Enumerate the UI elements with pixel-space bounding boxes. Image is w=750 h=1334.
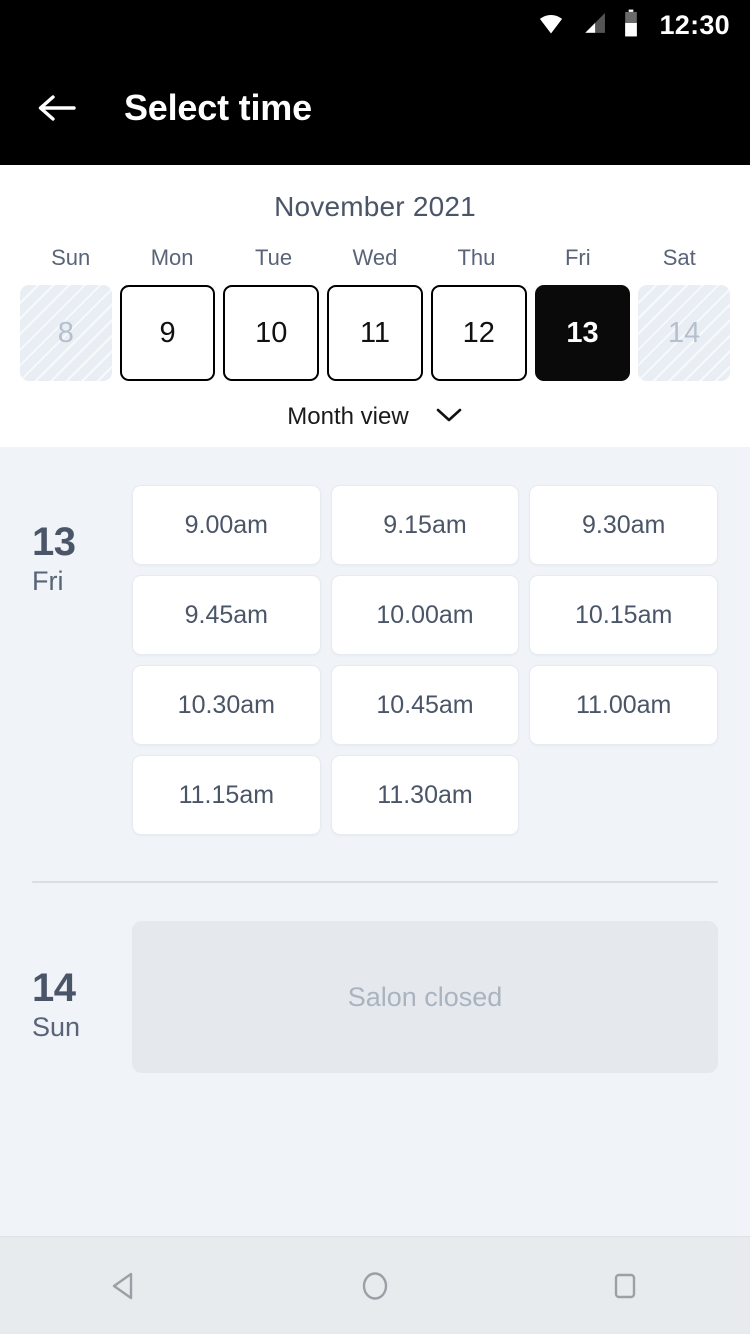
calendar-day-cell[interactable]: 11 xyxy=(327,285,423,381)
calendar-day-cell: 8 xyxy=(20,285,112,381)
arrow-left-icon[interactable] xyxy=(34,88,78,128)
month-view-toggle[interactable]: Month view xyxy=(0,403,750,431)
time-slot-button[interactable]: 11.30am xyxy=(330,755,520,835)
schedule-day-name: Sun xyxy=(32,1012,81,1042)
schedule-day-group-closed: 14 Sun Salon closed xyxy=(0,921,750,1073)
cellular-signal-icon xyxy=(581,10,607,41)
time-slot-button[interactable]: 9.00am xyxy=(132,485,321,565)
wifi-icon xyxy=(537,9,565,42)
weekday-label: Mon xyxy=(150,245,194,270)
schedule-day-label: 14 Sun xyxy=(32,921,132,1073)
schedule-day-name: Fri xyxy=(32,566,64,596)
page-title: Select time xyxy=(124,86,312,128)
time-slot-button[interactable]: 11.00am xyxy=(529,665,718,745)
time-slot-button[interactable]: 10.15am xyxy=(529,575,718,655)
battery-icon xyxy=(623,9,639,42)
time-slot-button[interactable]: 9.30am xyxy=(529,485,718,565)
schedule-day-group: 13 Fri 9.00am 9.15am 9.30am 9.45am 10.00… xyxy=(0,475,750,835)
android-navigation-bar xyxy=(0,1236,750,1334)
section-divider xyxy=(32,881,718,883)
weekday-header-row: Sun Mon Tue Wed Thu Fri Sat xyxy=(0,245,750,271)
time-slot-button[interactable]: 9.45am xyxy=(132,575,321,655)
time-slot-button[interactable]: 11.15am xyxy=(132,755,321,835)
chevron-down-icon[interactable] xyxy=(435,406,463,429)
schedule-day-number: 13 xyxy=(32,520,76,564)
calendar-panel: November 2021 Sun Mon Tue Wed Thu Fri Sa… xyxy=(0,165,750,447)
schedule-scroll-area[interactable]: 13 Fri 9.00am 9.15am 9.30am 9.45am 10.00… xyxy=(0,447,750,1205)
schedule-day-number: 14 xyxy=(32,966,76,1010)
time-slot-button[interactable]: 10.00am xyxy=(330,575,520,655)
recents-square-icon[interactable] xyxy=(565,1251,685,1321)
weekday-label: Sun xyxy=(51,245,91,270)
time-slot-button[interactable]: 9.15am xyxy=(330,485,520,565)
schedule-day-label: 13 Fri xyxy=(32,475,132,835)
calendar-day-cell-selected[interactable]: 13 xyxy=(534,285,631,381)
status-bar: 12:30 xyxy=(0,0,750,50)
weekday-label: Tue xyxy=(255,245,293,270)
weekday-label: Wed xyxy=(352,245,398,270)
time-slot-grid: 9.00am 9.15am 9.30am 9.45am 10.00am 10.1… xyxy=(132,475,718,835)
home-circle-icon[interactable] xyxy=(315,1251,435,1321)
calendar-day-cell[interactable]: 10 xyxy=(223,285,320,381)
status-bar-clock: 12:30 xyxy=(659,9,730,40)
app-bar: Select time xyxy=(0,50,750,165)
calendar-day-cell[interactable]: 12 xyxy=(430,285,527,381)
salon-closed-notice: Salon closed xyxy=(132,921,718,1073)
calendar-day-cell[interactable]: 9 xyxy=(119,285,216,381)
month-view-label: Month view xyxy=(287,403,409,430)
calendar-day-row: 8 9 10 11 12 13 14 xyxy=(0,285,750,381)
weekday-label: Thu xyxy=(457,245,496,270)
back-triangle-icon[interactable] xyxy=(65,1251,185,1321)
time-slot-button[interactable]: 10.30am xyxy=(132,665,321,745)
weekday-label: Fri xyxy=(564,245,591,270)
calendar-month-label: November 2021 xyxy=(274,191,476,222)
calendar-day-cell: 14 xyxy=(638,285,731,381)
time-slot-button[interactable]: 10.45am xyxy=(330,665,520,745)
weekday-label: Sat xyxy=(662,245,696,270)
